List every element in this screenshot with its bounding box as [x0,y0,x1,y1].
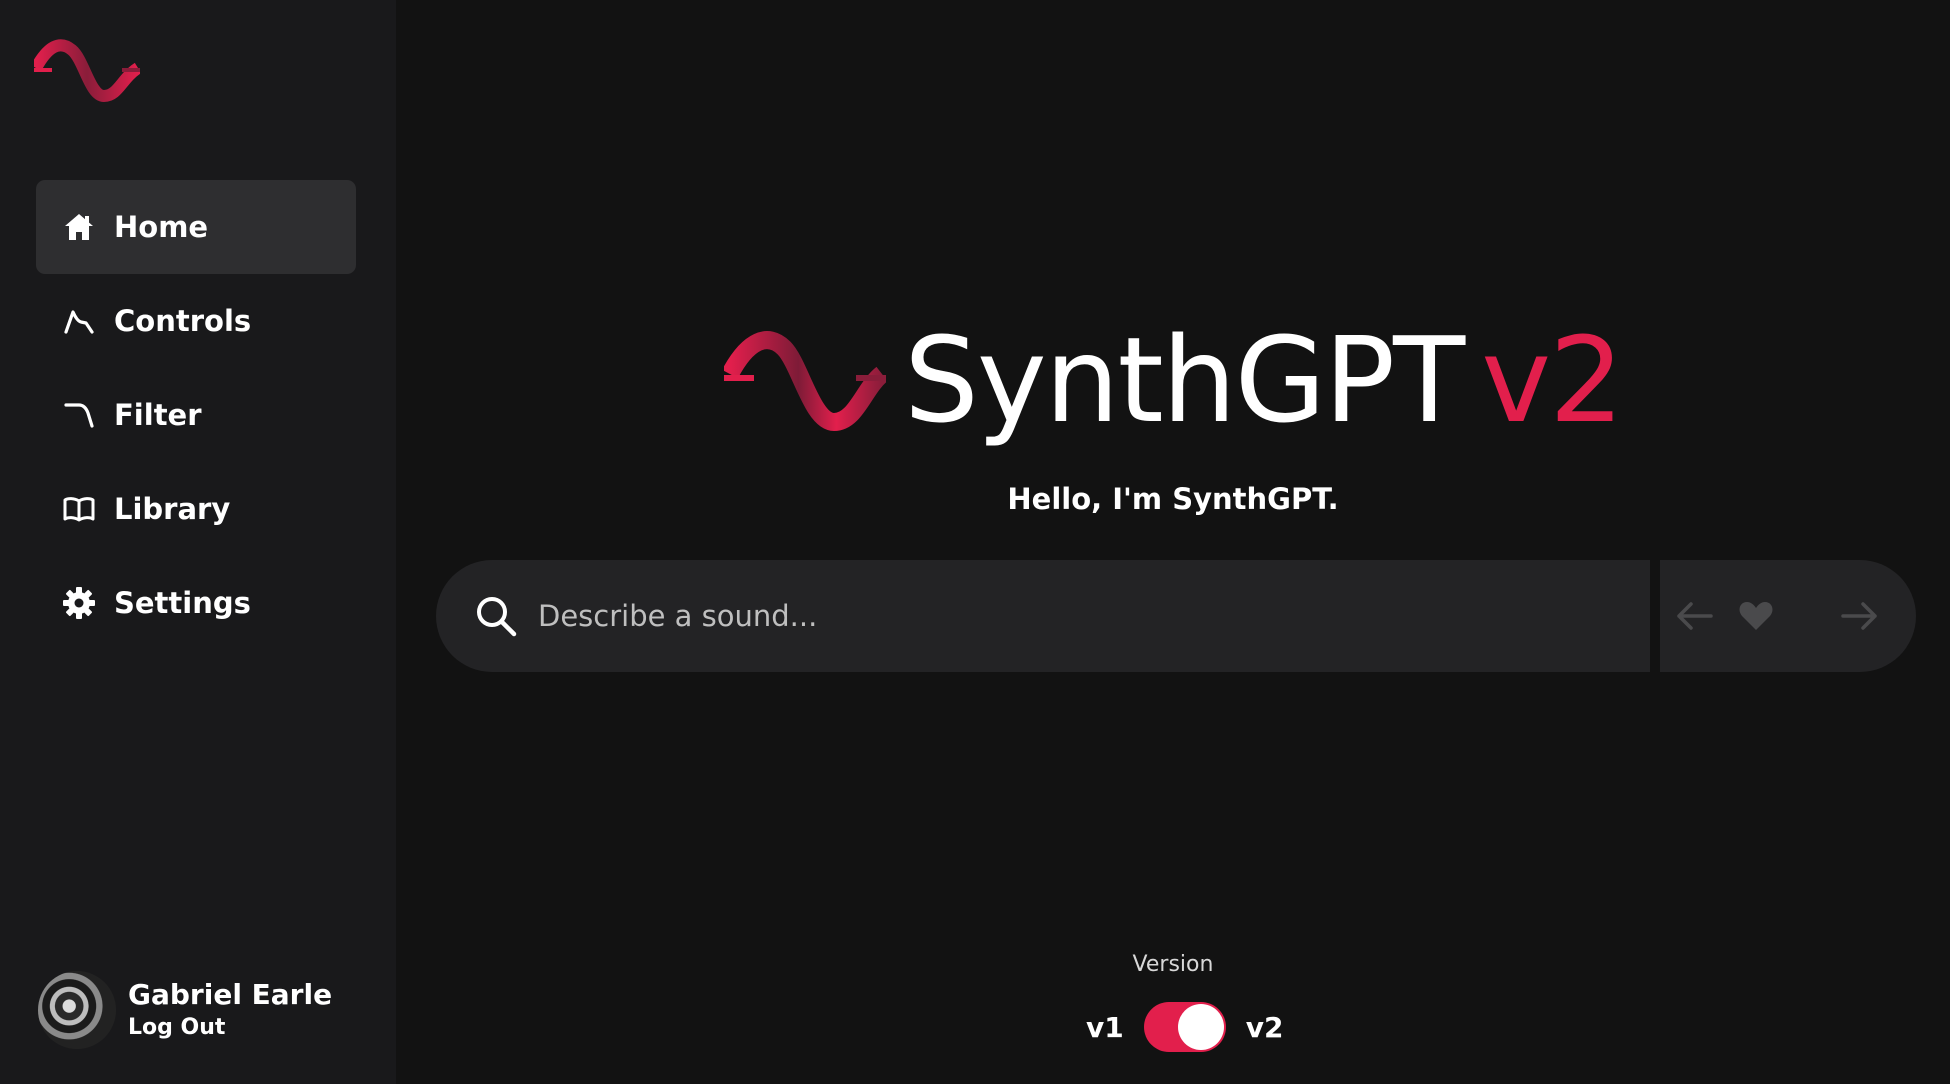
search-input[interactable] [538,586,1598,646]
avatar[interactable] [38,971,116,1049]
sidebar-item-filter[interactable]: Filter [36,368,356,462]
sidebar-item-label: Home [114,210,209,244]
sidebar-item-label: Settings [114,586,251,620]
version-selector: Version v1 v2 [396,952,1950,1052]
sidebar-item-library[interactable]: Library [36,462,356,556]
heart-icon[interactable] [1736,596,1776,636]
version-option-v2[interactable]: v2 [1246,1011,1284,1044]
search-icon [474,594,518,638]
user-name: Gabriel Earle [128,978,333,1011]
sidebar-item-settings[interactable]: Settings [36,556,356,650]
greeting-text: Hello, I'm SynthGPT. [1007,482,1339,516]
user-info: Gabriel Earle Log Out [128,977,332,1043]
hero-heading: SynthGPT v2 [722,300,1624,449]
logout-link[interactable]: Log Out [128,1013,332,1043]
prompt-controls [1660,560,1916,672]
search-bar [436,560,1650,672]
arrow-right-icon[interactable] [1840,596,1880,636]
sidebar-item-label: Library [114,492,231,526]
sidebar-item-label: Controls [114,304,252,338]
book-icon [62,492,96,526]
app-version-tag: v2 [1481,311,1624,449]
gear-icon [62,586,96,620]
arrow-left-icon[interactable] [1674,596,1714,636]
filter-curve-icon [62,398,96,432]
home-icon [62,210,96,244]
sidebar-item-controls[interactable]: Controls [36,274,356,368]
sidebar-item-label: Filter [114,398,202,432]
main-content: SynthGPT v2 Hello, I'm SynthGPT. Version [396,0,1950,1084]
version-toggle[interactable] [1143,1002,1226,1052]
synthgpt-wave-logo-icon [722,326,889,436]
sidebar-nav: Home Controls Filter Library Settings [36,180,356,650]
toggle-knob [1177,1004,1224,1050]
version-label: Version [1132,952,1214,977]
app-window: Home Controls Filter Library Settings Ga… [0,0,1950,1084]
user-profile: Gabriel Earle Log Out [38,970,368,1050]
synthgpt-logo-icon[interactable] [30,38,142,104]
version-option-v1[interactable]: v1 [1086,1011,1124,1044]
envelope-curve-icon [62,304,96,338]
sidebar-item-home[interactable]: Home [36,180,356,274]
version-toggle-row: v1 v2 [1086,1002,1283,1052]
app-title: SynthGPT [904,311,1465,449]
sidebar: Home Controls Filter Library Settings Ga… [0,0,396,1084]
